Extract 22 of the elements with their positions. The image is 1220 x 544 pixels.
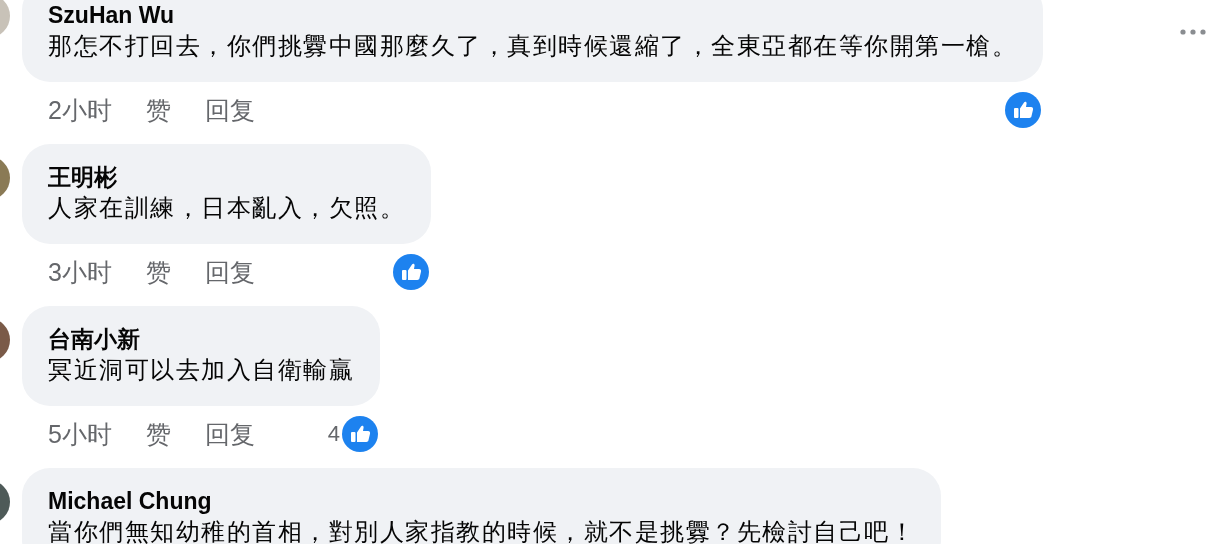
author-name[interactable]: SzuHan Wu (48, 2, 175, 28)
like-link[interactable]: 赞 (145, 93, 171, 127)
author-name[interactable]: 王明彬 (48, 164, 117, 190)
comment-text: 冥近洞可以去加入自衛輸贏 (48, 355, 354, 386)
more-options-icon[interactable] (1179, 28, 1207, 36)
timestamp[interactable]: 3小时 (48, 255, 112, 289)
comment-text: 人家在訓練，日本亂入，欠照。 (48, 193, 405, 224)
author-name[interactable]: 台南小新 (48, 326, 140, 352)
like-icon[interactable] (1005, 92, 1041, 128)
reply-link[interactable]: 回复 (204, 417, 255, 451)
like-icon[interactable] (393, 254, 429, 290)
like-icon[interactable] (342, 416, 378, 452)
like-link[interactable]: 赞 (145, 255, 171, 289)
reaction-count: 4 (327, 421, 340, 447)
comment-text: 當你們無知幼稚的首相，對別人家指教的時候，就不是挑釁？先檢討自己吧！ (48, 517, 915, 544)
reply-link[interactable]: 回复 (204, 255, 255, 289)
timestamp[interactable]: 2小时 (48, 93, 112, 127)
timestamp[interactable]: 5小时 (48, 417, 112, 451)
like-link[interactable]: 赞 (145, 417, 171, 451)
author-name[interactable]: Michael Chung (48, 488, 212, 514)
reply-link[interactable]: 回复 (204, 93, 255, 127)
comment-text: 那怎不打回去，你們挑釁中國那麼久了，真到時候還縮了，全東亞都在等你開第一槍。 (48, 31, 1017, 62)
